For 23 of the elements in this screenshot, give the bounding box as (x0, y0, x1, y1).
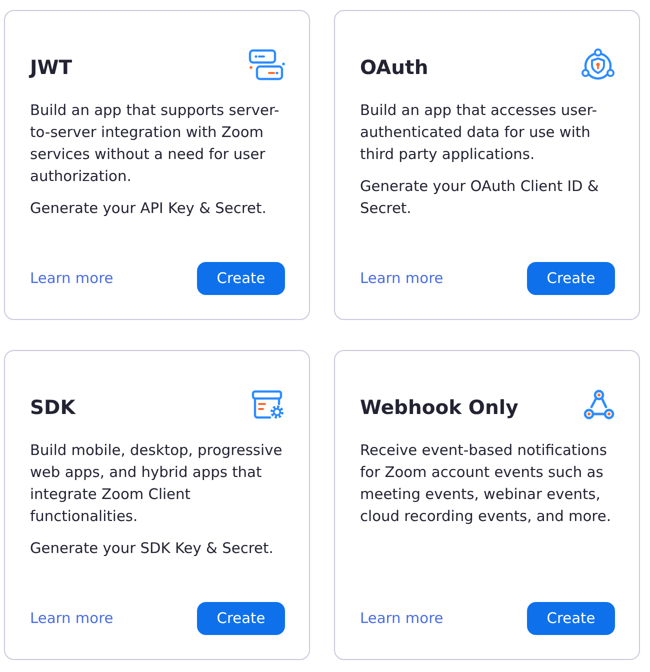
card-description: Build mobile, desktop, progressive web apps, and hybrid apps that integrate Zoom Client functionalities. (30, 441, 284, 527)
card-title: JWT (30, 55, 72, 81)
create-button[interactable]: Create (527, 602, 615, 635)
card-title: OAuth (360, 55, 428, 81)
learn-more-link[interactable]: Learn more (360, 608, 444, 630)
card-title: SDK (30, 395, 76, 421)
card-description: Build an app that supports server-to-server integration with Zoom services without a need for user authorization. (30, 101, 280, 187)
connected-nodes-icon (583, 389, 615, 421)
card-description: Generate your SDK Key & Secret. (30, 539, 274, 559)
card-description: Generate your OAuth Client ID & Secret. (360, 177, 600, 219)
learn-more-link[interactable]: Learn more (360, 268, 444, 290)
card-description: Generate your API Key & Secret. (30, 199, 268, 219)
create-button[interactable]: Create (527, 262, 615, 295)
box-gear-icon (251, 390, 285, 420)
card-title: Webhook Only (360, 395, 518, 421)
create-button[interactable]: Create (197, 262, 285, 295)
learn-more-link[interactable]: Learn more (30, 268, 114, 290)
shield-network-icon (581, 48, 615, 82)
card-description: Build an app that accesses user-authenticated data for use with third party applications. (360, 101, 598, 165)
card-description: Receive event-based notifications for Zoom account events such as meeting events, webinar events, cloud recording events, and more. (360, 441, 612, 527)
learn-more-link[interactable]: Learn more (30, 608, 114, 630)
create-button[interactable]: Create (197, 602, 285, 635)
server-icon (248, 49, 285, 81)
